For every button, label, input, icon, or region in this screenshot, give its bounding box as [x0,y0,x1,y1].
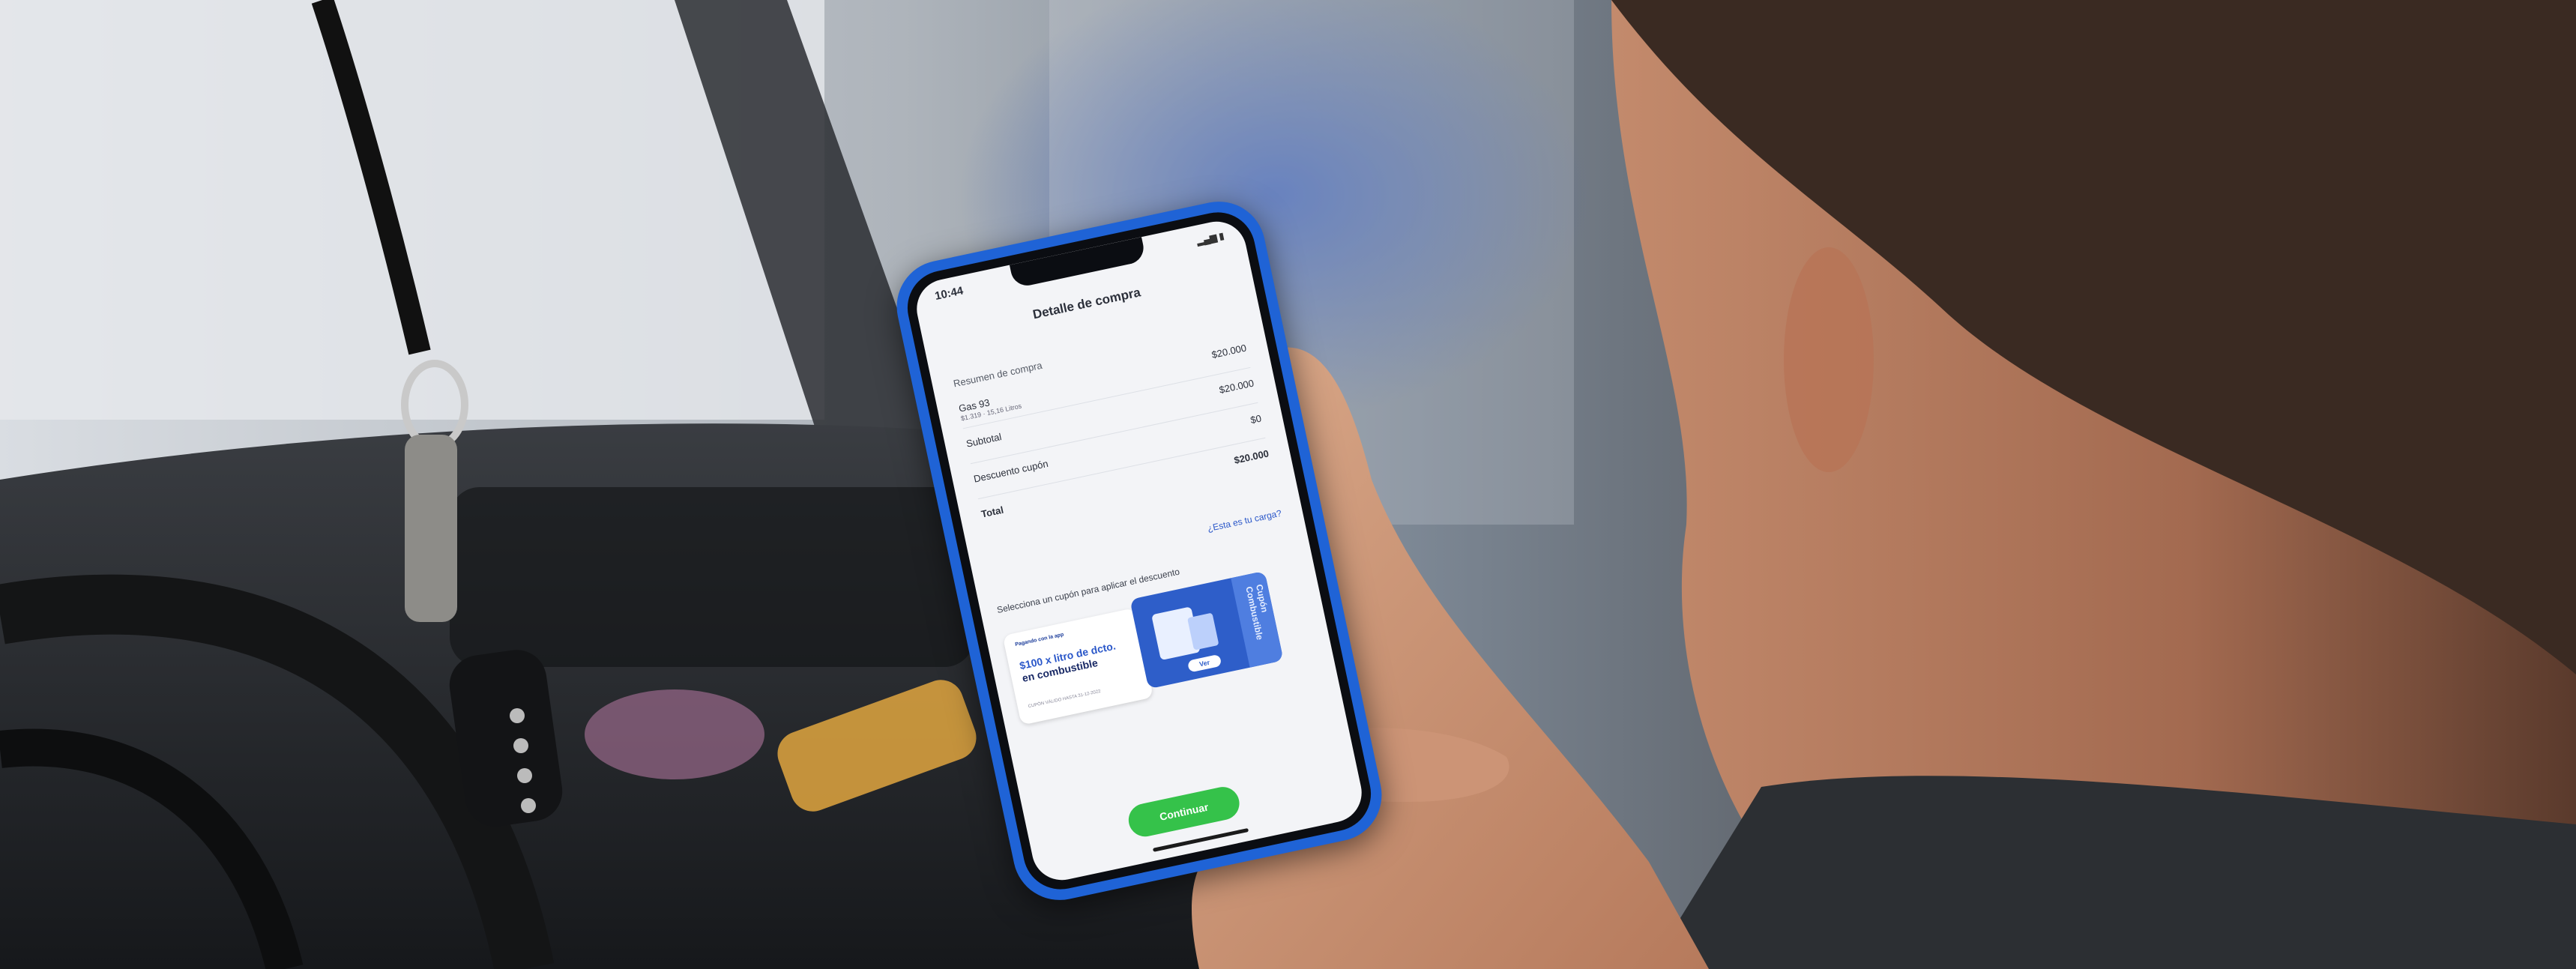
row-value: $20.000 [1210,342,1248,361]
coupon-tab-label: Cupón Combustible [1243,583,1270,642]
coupon-brand: Pagando con la app [1014,632,1064,648]
row-label: Descuento cupón [972,457,1049,485]
photo-scene: 10:44 ▂▄▆ ▮ Detalle de compra Resumen de… [0,0,2576,969]
coupon-validity: CUPÓN VÁLIDO HASTA 31-12-2022 [1028,689,1102,710]
row-label: Subtotal [965,431,1003,450]
load-question-link[interactable]: ¿Esta es tu carga? [1207,508,1282,534]
coupon-graphic: Ver Cupón Combustible [1129,570,1284,689]
row-value: $20.000 [1233,447,1270,466]
coupon-title: $100 x litro de dcto. en combustible [1019,640,1120,685]
status-time: 10:44 [933,284,965,304]
coupon-view-button[interactable]: Ver [1186,653,1222,673]
continue-button[interactable]: Continuar [1125,784,1243,840]
signal-icon: ▂▄▆ ▮ [1195,230,1225,247]
coupon-details: Pagando con la app $100 x litro de dcto.… [1002,607,1154,725]
row-value: $20.000 [1218,377,1255,396]
row-label: Total [980,504,1005,520]
row-value: $0 [1249,412,1263,426]
coupon-tab: Cupón Combustible [1231,570,1284,668]
fuel-coupon-card[interactable]: Pagando con la app $100 x litro de dcto.… [1001,564,1321,730]
